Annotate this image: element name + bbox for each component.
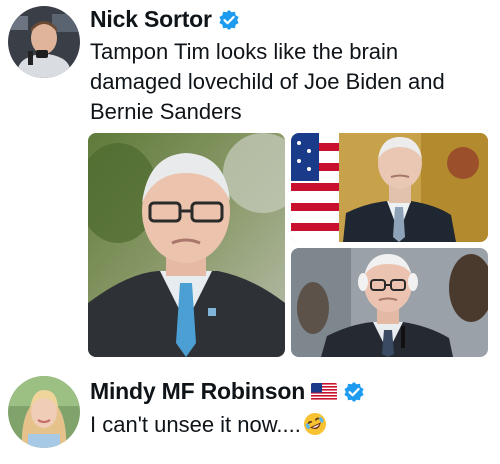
author-name-row: Nick Sortor xyxy=(90,6,240,33)
post-text-line: Tampon Tim looks like the brain xyxy=(90,39,399,64)
verified-badge-icon xyxy=(343,381,365,403)
reply-author-name-row: Mindy MF Robinson xyxy=(90,378,365,405)
us-flag-icon xyxy=(311,382,338,401)
media-image-sanders[interactable] xyxy=(291,248,488,357)
post-text-line: Bernie Sanders xyxy=(90,99,242,124)
reply-author-name[interactable]: Mindy MF Robinson xyxy=(90,378,305,405)
author-name[interactable]: Nick Sortor xyxy=(90,6,212,33)
verified-badge-icon xyxy=(218,9,240,31)
reply-text: I can't unsee it now.... xyxy=(90,412,301,437)
rolling-on-floor-laughing-emoji-icon xyxy=(303,412,327,436)
reply-author-avatar[interactable] xyxy=(8,376,80,448)
reply-post: Mindy MF Robinson I can't unsee it now..… xyxy=(0,370,500,464)
media-image-walz[interactable] xyxy=(88,133,285,357)
media-image-biden[interactable] xyxy=(291,133,488,242)
post-text-line: damaged lovechild of Joe Biden and xyxy=(90,69,445,94)
post: Nick Sortor Tampon Tim looks like the br… xyxy=(0,0,500,370)
post-text: Tampon Tim looks like the brain damaged … xyxy=(90,37,490,127)
reply-text-row: I can't unsee it now.... xyxy=(90,410,490,440)
author-avatar[interactable] xyxy=(8,6,80,78)
